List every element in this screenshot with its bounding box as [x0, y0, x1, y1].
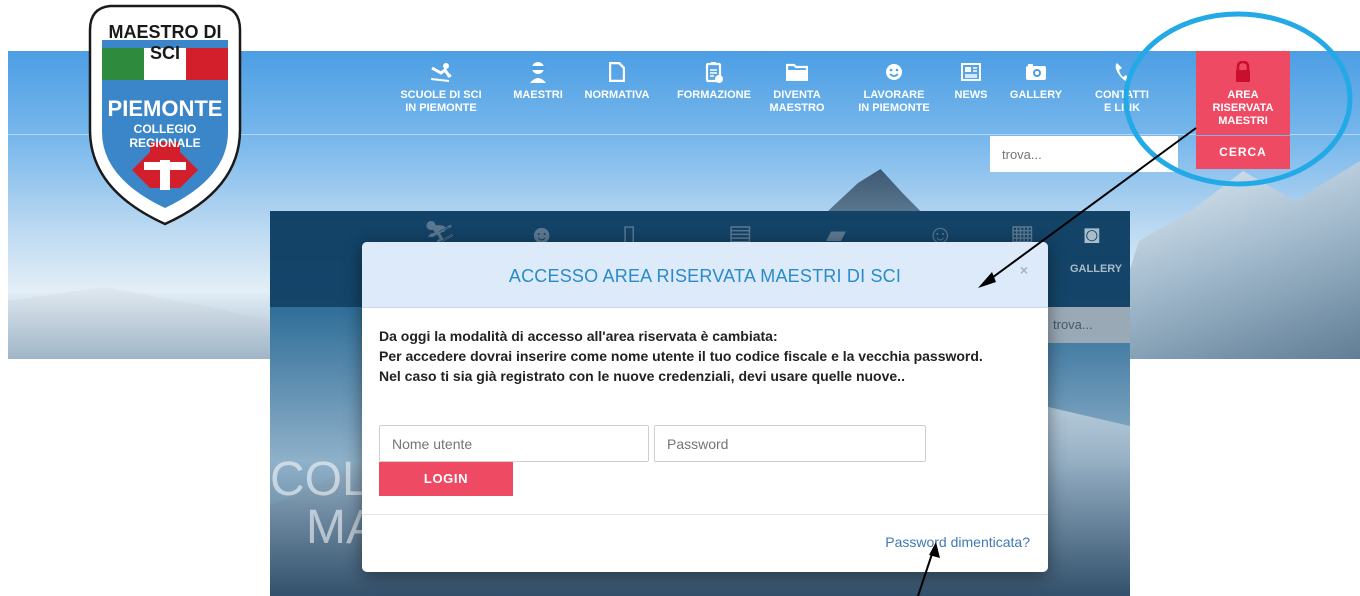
nav-label: SCUOLE DI SCI IN PIEMONTE	[400, 89, 482, 114]
nav-label: AREA RISERVATA MAESTRI	[1212, 89, 1274, 127]
modal-header: ACCESSO AREA RISERVATA MAESTRI DI SCI ×	[362, 242, 1048, 308]
lock-icon	[1196, 53, 1290, 89]
nav-label: CONTATTI E LINK	[1095, 89, 1149, 114]
document-icon	[575, 53, 659, 89]
nav-label: GALLERY	[1009, 89, 1063, 101]
nav-label: FORMAZIONE	[677, 89, 751, 101]
username-field[interactable]	[379, 425, 649, 462]
nav-item-diventa-maestro[interactable]: DIVENTA MAESTRO	[766, 51, 828, 135]
logo-text-piemonte: PIEMONTE	[107, 96, 223, 121]
newspaper-icon	[949, 53, 993, 89]
close-icon[interactable]: ×	[1020, 262, 1028, 278]
message-line: Per accedere dovrai inserire come nome u…	[379, 348, 983, 364]
nav-item-contatti[interactable]: CONTATTI E LINK	[1086, 51, 1158, 135]
nav-label: DIVENTA MAESTRO	[769, 89, 825, 114]
logo-text-collegio: COLLEGIO	[133, 122, 197, 136]
skier-icon	[388, 53, 494, 89]
dimmed-gallery-label: GALLERY	[1070, 263, 1123, 275]
modal-footer-divider	[362, 514, 1048, 515]
nav-item-area-riservata[interactable]: AREA RISERVATA MAESTRI	[1196, 51, 1290, 135]
nav-label: NEWS	[954, 89, 988, 101]
mountain-right	[1100, 161, 1360, 359]
logo-text-regionale: REGIONALE	[129, 136, 201, 150]
nav-item-gallery[interactable]: GALLERY	[999, 51, 1073, 135]
nav-item-lavorare[interactable]: LAVORARE IN PIEMONTE	[846, 51, 942, 135]
password-field[interactable]	[654, 425, 926, 462]
logo[interactable]: MAESTRO DI SCI PIEMONTE COLLEGIO REGIONA…	[80, 0, 250, 230]
message-line: Da oggi la modalità di accesso all'area …	[379, 328, 778, 344]
clipboard-check-icon	[667, 53, 761, 89]
nav-item-maestri[interactable]: MAESTRI	[506, 51, 570, 135]
smiley-icon	[846, 53, 942, 89]
nav-label: MAESTRI	[513, 89, 563, 101]
nav-label: NORMATIVA	[584, 89, 650, 101]
camera-icon	[999, 53, 1073, 89]
instructor-icon	[506, 53, 570, 89]
nav-item-scuole[interactable]: SCUOLE DI SCI IN PIEMONTE	[388, 51, 494, 135]
modal-title: ACCESSO AREA RISERVATA MAESTRI DI SCI	[508, 266, 902, 286]
nav-item-normativa[interactable]: NORMATIVA	[575, 51, 659, 135]
message-line: Nel caso ti sia già registrato con le nu…	[379, 368, 905, 384]
login-modal: ACCESSO AREA RISERVATA MAESTRI DI SCI × …	[362, 242, 1048, 572]
forgot-password-link[interactable]: Password dimenticata?	[885, 534, 1030, 550]
camera-icon: ◙	[1084, 219, 1100, 249]
login-button[interactable]: LOGIN	[379, 462, 513, 496]
search-button[interactable]: CERCA	[1196, 136, 1290, 169]
nav-item-news[interactable]: NEWS	[949, 51, 993, 135]
search-input[interactable]	[990, 136, 1178, 172]
logo-text-maestro: MAESTRO DI SCI	[108, 22, 222, 63]
folder-icon	[766, 53, 828, 89]
modal-message: Da oggi la modalità di accesso all'area …	[379, 326, 1029, 386]
phone-icon	[1086, 53, 1158, 89]
nav-label: LAVORARE IN PIEMONTE	[858, 89, 930, 114]
dimmed-search-input: trova...	[1045, 307, 1130, 343]
nav-item-formazione[interactable]: FORMAZIONE	[667, 51, 761, 135]
